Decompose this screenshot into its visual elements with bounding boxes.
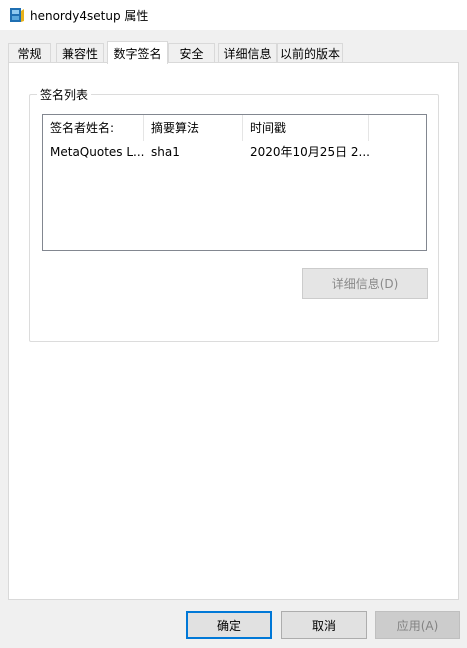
signature-list[interactable]: 签名者姓名: 摘要算法 时间戳 MetaQuotes L... sha1 202… [42,114,427,251]
list-header: 签名者姓名: 摘要算法 时间戳 [43,115,426,141]
signature-list-label: 签名列表 [37,86,92,103]
title-bar: henordy4setup 属性 [0,0,467,30]
signature-list-group: 签名列表 签名者姓名: 摘要算法 时间戳 MetaQuotes L... sha… [29,86,439,342]
tab-general[interactable]: 常规 [8,43,51,62]
cell-digest-algorithm: sha1 [151,145,180,159]
tab-digital-signatures[interactable]: 数字签名 [107,41,168,64]
tab-details[interactable]: 详细信息 [218,43,277,62]
column-signer-name[interactable]: 签名者姓名: [43,115,144,141]
details-button[interactable]: 详细信息(D) [302,268,428,299]
cell-timestamp: 2020年10月25日 2... [250,145,370,159]
column-digest-algorithm[interactable]: 摘要算法 [144,115,243,141]
tab-previous-versions[interactable]: 以前的版本 [277,43,343,62]
window-title: henordy4setup 属性 [30,9,149,23]
tab-security[interactable]: 安全 [168,43,215,62]
ok-button[interactable]: 确定 [186,611,272,639]
installer-app-icon [9,6,25,24]
tab-compatibility[interactable]: 兼容性 [56,43,104,62]
cancel-button[interactable]: 取消 [281,611,367,639]
tab-panel: 签名列表 签名者姓名: 摘要算法 时间戳 MetaQuotes L... sha… [8,62,459,600]
column-timestamp[interactable]: 时间戳 [243,115,369,141]
list-item[interactable]: MetaQuotes L... sha1 2020年10月25日 2... [43,143,426,161]
cell-signer-name: MetaQuotes L... [50,145,144,159]
apply-button[interactable]: 应用(A) [375,611,460,639]
